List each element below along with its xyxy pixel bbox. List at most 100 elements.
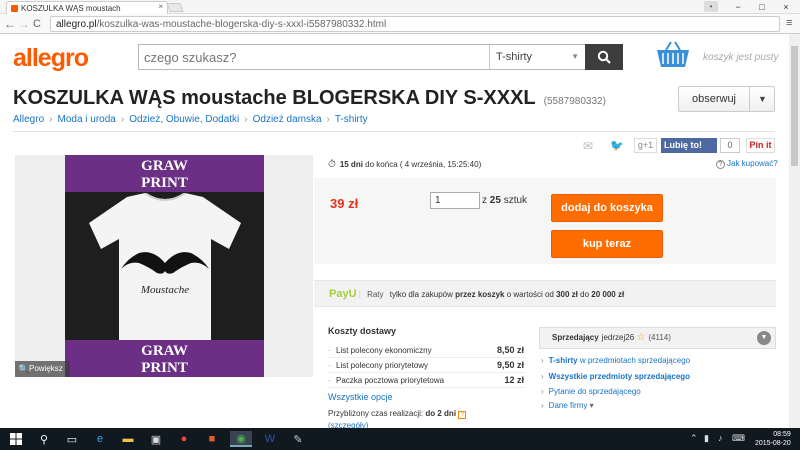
breadcrumb-item[interactable]: Moda i uroda [57,114,115,125]
seller-link-text: Dane firmy [548,401,588,410]
tab-title: KOSZULKA WĄS moustach [21,3,121,13]
shipping-row: · List polecony priorytetowy 9,50 zł [328,359,524,373]
keyboard-icon[interactable]: ⌨ [732,433,745,444]
breadcrumb-separator: › [326,114,330,125]
payu-bold: 20 000 zł [591,290,625,299]
paint-icon[interactable]: ✎ [290,431,306,447]
shipping-method: List polecony priorytetowy [336,361,429,370]
like-count: 0 [720,138,740,153]
tab-close-icon[interactable]: × [158,2,163,11]
menu-icon[interactable]: ≡ [786,17,792,29]
payu-text: do [580,290,590,299]
bullet: · [328,376,331,385]
chrome-icon[interactable]: ◉ [230,431,252,447]
eta-value: do 2 dni [425,409,457,418]
seller-link[interactable]: › Wszystkie przedmioty sprzedającego [541,372,690,381]
breadcrumb-item[interactable]: T-shirty [335,114,368,125]
search-input[interactable] [144,48,474,66]
quantity-input[interactable]: 1 [430,192,480,209]
zoom-button[interactable]: 🔍 Powiększ [15,361,70,377]
magnifier-icon: 🔍 [18,364,30,374]
product-id: (5587980332) [543,96,606,107]
word-icon[interactable]: W [262,431,278,447]
facebook-like-label: Lubię to! [664,140,702,150]
store-icon[interactable]: ▣ [148,431,164,447]
seller-link[interactable]: › Pytanie do sprzedającego [541,387,641,396]
banner-line2: PRINT [141,175,188,191]
task-view-icon[interactable]: ▭ [64,431,80,447]
tray-arrow-icon[interactable]: ⌃ [690,433,698,444]
bullet: · [328,346,331,355]
address-bar[interactable]: allegro.pl/koszulka-was-moustache-bloger… [50,16,780,32]
category-select[interactable]: T-shirty ▼ [489,45,585,69]
seller-link[interactable]: › T-shirty w przedmiotach sprzedającego [541,356,690,365]
network-icon[interactable]: ▮ [704,433,709,444]
buy-now-button[interactable]: kup teraz [551,230,663,258]
edge-browser-icon[interactable]: e [92,431,108,447]
basket-icon[interactable] [655,40,691,70]
how-to-buy-link[interactable]: ? Jak kupować? [716,159,778,169]
stock-count: 25 [489,195,501,206]
seller-link[interactable]: › Dane firmy ▾ [541,401,594,410]
chevron-down-icon[interactable]: ▼ [749,87,775,111]
breadcrumb-separator: › [120,114,125,125]
image-banner-top: GRAW PRINT [65,155,264,192]
office-icon[interactable]: ■ [204,431,220,447]
how-to-buy-label: Jak kupować? [727,159,778,168]
reload-button[interactable]: C [33,17,41,31]
basket-label[interactable]: koszyk jest pusty [703,52,779,63]
breadcrumb-item[interactable]: Allegro [13,114,44,125]
minimize-button[interactable]: − [728,0,748,14]
zoom-label: Powiększ [29,364,63,373]
system-clock[interactable]: 08:59 2015-08-20 [755,430,791,448]
shipping-method: List polecony ekonomiczny [336,346,432,355]
browser-window: KOSZULKA WĄS moustach × • − □ × ← → C al… [0,0,800,450]
close-window-button[interactable]: × [776,0,796,14]
new-tab-button[interactable] [166,3,184,12]
media-player-icon[interactable]: ● [176,431,192,447]
product-image[interactable]: GRAW PRINT Moustache GRAW PRINT 🔍 Powięk… [15,155,313,377]
shipping-title: Koszty dostawy [328,326,397,336]
user-profile-icon[interactable]: • [704,1,718,12]
bullet: · [328,361,331,370]
browser-tab[interactable]: KOSZULKA WĄS moustach × [6,1,168,14]
twitter-share-icon[interactable]: 🐦 [610,139,626,153]
navigation-bar: ← → C allegro.pl/koszulka-was-moustache-… [0,14,800,34]
chevron-down-icon[interactable]: ▼ [757,331,771,345]
clock-time: 08:59 [773,431,791,438]
allegro-logo[interactable]: allegro [13,44,89,73]
payu-bold: przez koszyk [455,290,505,299]
windows-start-icon[interactable] [8,431,24,447]
seller-nick[interactable]: jedrzej26 [602,333,634,342]
seller-rating[interactable]: (4114) [648,333,671,342]
scrollbar-thumb[interactable] [791,46,798,166]
category-label: T-shirty [496,51,533,63]
add-to-cart-button[interactable]: dodaj do koszyka [551,194,663,222]
back-button[interactable]: ← [4,17,16,31]
email-share-icon[interactable]: ✉ [583,139,599,153]
search-button[interactable] [585,44,623,70]
volume-icon[interactable]: ♪ [718,433,723,443]
follow-label[interactable]: obserwuj [679,87,749,111]
forward-button[interactable]: → [18,17,30,31]
scrollbar[interactable] [789,34,800,428]
file-explorer-icon[interactable]: ▬ [120,431,136,447]
breadcrumb-item[interactable]: Odzież, Obuwie, Dodatki [129,114,239,125]
google-plus-button[interactable]: g+1 [634,138,657,153]
help-icon[interactable]: ? [458,411,467,419]
search-icon[interactable]: ⚲ [36,431,52,447]
maximize-button[interactable]: □ [752,0,772,14]
facebook-like-button[interactable]: Lubię to! [661,138,717,153]
bullet: › [541,372,544,381]
breadcrumb-item[interactable]: Odzież damska [253,114,322,125]
pinterest-button[interactable]: Pin it [746,138,775,153]
seller-link-text: w przedmiotach sprzedającego [579,356,691,365]
all-shipping-options-link[interactable]: Wszystkie opcje [328,392,393,402]
shipping-method: Paczka pocztowa priorytetowa [336,376,445,385]
seller-box[interactable]: Sprzedający jedrzej26 ☆ (4114) ▼ [539,327,776,349]
allegro-favicon-icon [11,4,18,12]
payu-installments-banner: PayU | Raty tylko dla zakupów przez kosz… [314,280,776,307]
banner-line2: PRINT [141,360,188,376]
follow-button[interactable]: obserwuj ▼ [678,86,775,112]
auction-timer: ⏱ 15 dni do końca ( 4 września, 15:25:40… [328,159,481,170]
